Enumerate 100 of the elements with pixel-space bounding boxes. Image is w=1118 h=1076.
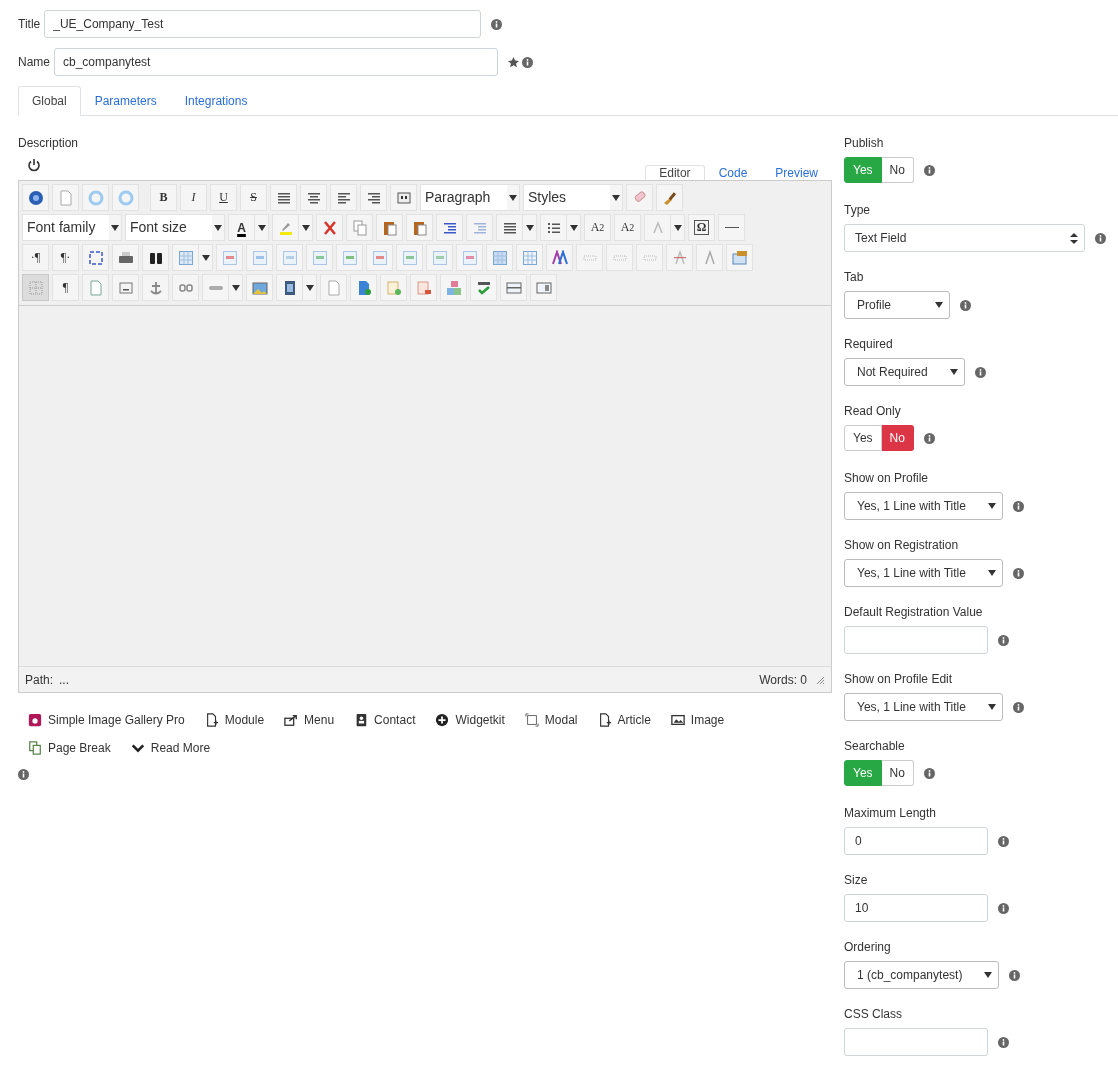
spellcheck-icon	[475, 279, 492, 296]
page-icon	[87, 279, 104, 296]
format-dropdown[interactable]: Font size	[125, 214, 225, 241]
select-field[interactable]: Text Field	[844, 224, 1085, 252]
help-icon	[27, 189, 44, 206]
select-field[interactable]: Profile	[844, 291, 950, 319]
format-button[interactable]: ¶	[52, 274, 79, 301]
toolbar-button[interactable]	[142, 244, 169, 271]
format-button[interactable]: S	[240, 184, 267, 211]
info-icon	[960, 299, 971, 311]
format-button[interactable]: ·¶	[22, 244, 49, 271]
format-button[interactable]: B	[150, 184, 177, 211]
name-field[interactable]: cb_companytest	[54, 48, 498, 76]
format-dropdown[interactable]: Styles	[523, 184, 623, 211]
editor-extension-button[interactable]: Page Break	[28, 739, 111, 757]
text-input-field[interactable]	[844, 1028, 988, 1056]
format-dropdown[interactable]: Font family	[22, 214, 122, 241]
editor-extension-button[interactable]: Image	[670, 711, 725, 729]
caret-icon	[214, 224, 222, 231]
caret-icon	[525, 224, 534, 231]
editor-extension-button[interactable]: Contact	[354, 711, 416, 729]
table-icon	[177, 249, 194, 266]
select-field[interactable]: Yes, 1 Line with Title	[844, 693, 1003, 721]
field-label: CSS Class	[844, 1007, 903, 1021]
format-button[interactable]: A	[228, 214, 255, 241]
text-input-field[interactable]: 10	[844, 894, 988, 922]
dropdown-toggle[interactable]	[671, 214, 685, 241]
power-icon	[26, 157, 42, 173]
undo-icon	[87, 189, 104, 206]
editor-extension-button[interactable]: Simple Image Gallery Pro	[28, 711, 185, 729]
up-down-arrows-icon	[1070, 232, 1078, 244]
caret-icon	[305, 284, 314, 291]
editor-extension-button[interactable]: Widgetkit	[435, 711, 505, 729]
printer-icon	[117, 249, 134, 266]
info-icon	[1012, 701, 1024, 713]
dropdown-toggle[interactable]	[303, 274, 317, 301]
share-icon	[284, 713, 299, 727]
select-field[interactable]: Yes, 1 Line with Title	[844, 492, 1003, 520]
format-button[interactable]: I	[180, 184, 207, 211]
format-button[interactable]: ¶·	[52, 244, 79, 271]
star-icon	[508, 56, 519, 68]
row-del-icon	[415, 279, 432, 296]
dropdown-toggle[interactable]	[523, 214, 537, 241]
caret-icon	[301, 224, 310, 231]
dropdown-toggle[interactable]	[229, 274, 243, 301]
tab[interactable]: Integrations	[170, 86, 262, 116]
field-label: Searchable	[844, 739, 906, 753]
dropdown-toggle[interactable]	[199, 244, 213, 271]
tab[interactable]: Global	[18, 86, 81, 116]
field-label: Default Registration Value	[844, 605, 984, 619]
text-input-field[interactable]	[844, 626, 988, 654]
toolbar-button[interactable]	[276, 274, 303, 301]
field-label: Size	[844, 873, 869, 887]
format-button[interactable]: Ω	[688, 214, 715, 241]
info-icon	[923, 767, 935, 779]
style-icon	[551, 249, 568, 266]
editor-tab[interactable]: Editor	[645, 165, 705, 180]
select-field[interactable]: 1 (cb_companytest)	[844, 961, 1000, 989]
layout-icon	[535, 279, 552, 296]
select-field[interactable]: Not Required	[844, 358, 965, 386]
toolbar-button[interactable]	[540, 214, 567, 241]
info-icon	[923, 432, 935, 444]
format-button[interactable]: U	[210, 184, 237, 211]
toggle-option[interactable]: No	[881, 425, 914, 451]
field-label: Show on Profile Edit	[844, 672, 954, 686]
toolbar-button[interactable]	[300, 184, 327, 211]
select-field[interactable]: Yes, 1 Line with Title	[844, 559, 1003, 587]
editor-extension-button[interactable]: Module	[204, 711, 265, 729]
tab[interactable]: Parameters	[80, 86, 171, 116]
rule-icon	[724, 226, 739, 229]
caret-icon	[949, 369, 958, 375]
path-value: ...	[59, 672, 70, 687]
toolbar-button[interactable]	[360, 184, 387, 211]
undo-icon	[117, 189, 134, 206]
dropdown-toggle[interactable]	[567, 214, 581, 241]
table-icon	[491, 249, 508, 266]
editor-extension-button[interactable]: Read More	[130, 739, 211, 757]
toolbar-button[interactable]	[330, 184, 357, 211]
editor-extension-button[interactable]: Menu	[284, 711, 335, 729]
title-field[interactable]: _UE_Company_Test	[44, 10, 482, 38]
table-edit-icon	[401, 249, 418, 266]
field-label: Title	[18, 17, 41, 31]
editor-tab[interactable]: Preview	[761, 165, 832, 180]
table-edit-icon	[431, 249, 448, 266]
link-icon	[208, 285, 223, 290]
toggle-option[interactable]: No	[881, 157, 914, 183]
editor-extension-button[interactable]: Article	[597, 711, 651, 729]
toolbar-button[interactable]	[470, 274, 497, 301]
dropdown-toggle[interactable]	[255, 214, 269, 241]
resize-grip-icon[interactable]	[815, 674, 825, 685]
editor-extension-button[interactable]: Modal	[524, 711, 578, 729]
dropdown-toggle[interactable]	[299, 214, 313, 241]
toggle-option[interactable]: No	[881, 760, 914, 786]
toolbar-button[interactable]	[496, 214, 523, 241]
format-dropdown[interactable]: Paragraph	[420, 184, 520, 211]
toggle-option[interactable]: Yes	[844, 425, 882, 451]
editor-tab[interactable]: Code	[704, 165, 762, 180]
toolbar-button[interactable]	[270, 184, 297, 211]
info-icon	[974, 366, 986, 378]
text-input-field[interactable]: 0	[844, 827, 988, 855]
